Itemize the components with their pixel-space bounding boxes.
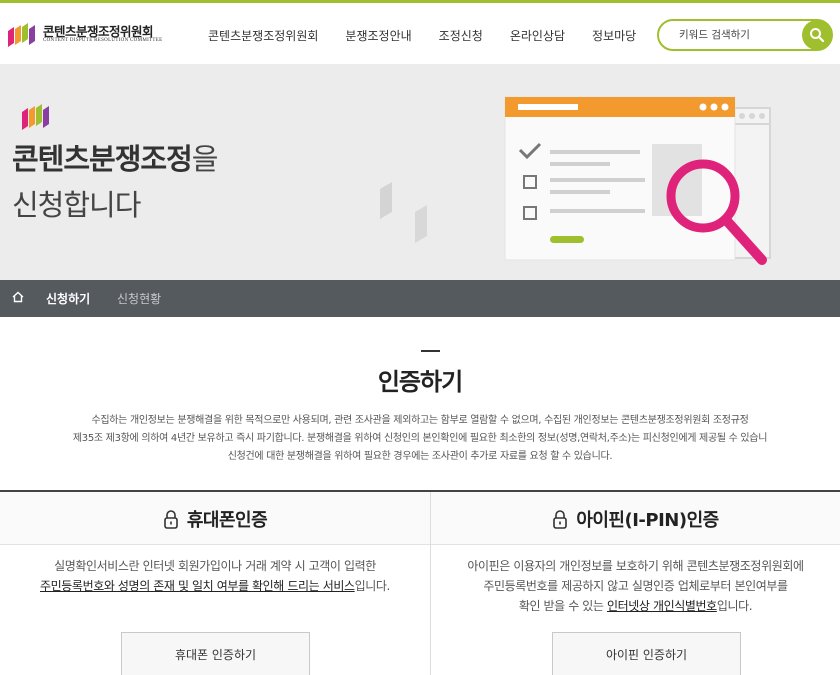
phone-desc-underlined: 주민등록번호와 성명의 존재 및 일치 여부를 확인해 드리는 서비스 bbox=[40, 579, 355, 593]
banner-logo-icon bbox=[22, 104, 49, 130]
nav-item-committee[interactable]: 콘텐츠분쟁조정위원회 bbox=[208, 27, 318, 44]
tab-apply-status[interactable]: 신청현황 bbox=[117, 290, 161, 307]
ipin-auth-button[interactable]: 아이핀 인증하기 bbox=[552, 632, 741, 675]
phone-auth-card: 휴대폰인증 실명확인서비스란 인터넷 회원가입이나 거래 계약 시 고객이 입력… bbox=[0, 492, 430, 675]
search-button[interactable] bbox=[802, 20, 832, 50]
phone-desc-line-1: 실명확인서비스란 인터넷 회원가입이나 거래 계약 시 고객이 입력한 bbox=[54, 559, 376, 573]
logo-subtitle: CONTENT DISPUTE RESOLUTION COMMITTEE bbox=[43, 38, 163, 43]
phone-desc-tail: 입니다. bbox=[354, 579, 391, 593]
ipin-desc-underlined: 인터넷상 개인식별번호 bbox=[606, 599, 717, 613]
phone-card-title-text: 휴대폰인증 bbox=[186, 510, 268, 531]
ipin-card-description: 아이핀은 이용자의 개인정보를 보호하기 위해 콘텐츠분쟁조정위원회에 주민등록… bbox=[431, 556, 840, 616]
banner-headline-bold: 콘텐츠분쟁조정 bbox=[12, 142, 193, 176]
home-icon[interactable] bbox=[12, 291, 24, 303]
nav-item-info[interactable]: 정보마당 bbox=[592, 27, 636, 44]
site-logo[interactable]: 콘텐츠분쟁조정위원회 CONTENT DISPUTE RESOLUTION CO… bbox=[8, 19, 178, 53]
title-accent-line bbox=[421, 350, 440, 352]
main-nav: 콘텐츠분쟁조정위원회 분쟁조정안내 조정신청 온라인상담 정보마당 bbox=[208, 27, 663, 44]
logo-mark-icon bbox=[8, 23, 35, 47]
phone-card-description: 실명확인서비스란 인터넷 회원가입이나 거래 계약 시 고객이 입력한 주민등록… bbox=[0, 556, 430, 596]
phone-desc-line-2: 주민등록번호와 성명의 존재 및 일치 여부를 확인해 드리는 서비스입니다. bbox=[0, 576, 430, 596]
search-icon bbox=[810, 28, 825, 43]
tab-apply[interactable]: 신청하기 bbox=[46, 290, 90, 307]
phone-card-title: 휴대폰인증 bbox=[0, 506, 430, 532]
ipin-desc-tail: 입니다. bbox=[716, 599, 753, 613]
notice-line-3: 신청건에 대한 분쟁해결을 위하여 필요한 경우에는 조사관이 추가로 자료를 … bbox=[227, 451, 613, 462]
ipin-card-title: 아이핀(I-PIN)인증 bbox=[431, 506, 840, 532]
banner-headline: 콘텐츠분쟁조정을 bbox=[12, 136, 219, 178]
privacy-notice: 수집하는 개인정보는 분쟁해결을 위한 목적으로만 사용되며, 관련 조사관을 … bbox=[0, 412, 840, 466]
ipin-card-title-text: 아이핀(I-PIN)인증 bbox=[576, 510, 719, 531]
lock-icon bbox=[553, 510, 568, 529]
form-illustration-icon bbox=[380, 96, 771, 265]
notice-line-1: 수집하는 개인정보는 분쟁해결을 위한 목적으로만 사용되며, 관련 조사관을 … bbox=[91, 415, 749, 426]
nav-item-mediation-apply[interactable]: 조정신청 bbox=[439, 27, 483, 44]
ipin-desc-line-2: 주민등록번호를 제공하지 않고 실명인증 업체로부터 본인여부를 bbox=[483, 579, 788, 593]
lock-icon bbox=[164, 510, 178, 529]
phone-auth-button[interactable]: 휴대폰 인증하기 bbox=[121, 632, 310, 675]
banner-subline: 신청합니다 bbox=[12, 188, 141, 222]
ipin-auth-card: 아이핀(I-PIN)인증 아이핀은 이용자의 개인정보를 보호하기 위해 콘텐츠… bbox=[431, 492, 840, 675]
nav-item-online-consult[interactable]: 온라인상담 bbox=[510, 27, 565, 44]
search-box bbox=[657, 19, 833, 51]
phone-card-header: 휴대폰인증 bbox=[0, 492, 430, 545]
site-header: 콘텐츠분쟁조정위원회 CONTENT DISPUTE RESOLUTION CO… bbox=[0, 0, 840, 64]
banner-headline-rest: 을 bbox=[191, 142, 219, 176]
ipin-desc-line-1: 아이핀은 이용자의 개인정보를 보호하기 위해 콘텐츠분쟁조정위원회에 bbox=[467, 559, 804, 573]
notice-line-2: 제35조 제3항에 의하여 4년간 보유하고 즉시 파기합니다. 분쟁해결을 위… bbox=[72, 433, 768, 444]
hero-banner: 콘텐츠분쟁조정을 신청합니다 bbox=[0, 64, 840, 280]
ipin-desc-pre: 확인 받을 수 있는 bbox=[518, 599, 607, 613]
page-title: 인증하기 bbox=[377, 368, 463, 396]
ipin-desc-line-3: 확인 받을 수 있는 인터넷상 개인식별번호입니다. bbox=[431, 596, 840, 616]
nav-item-dispute-guide[interactable]: 분쟁조정안내 bbox=[345, 27, 411, 44]
ipin-card-header: 아이핀(I-PIN)인증 bbox=[431, 492, 840, 545]
sub-navigation: 신청하기 신청현황 bbox=[0, 280, 840, 317]
search-input[interactable] bbox=[679, 26, 789, 44]
